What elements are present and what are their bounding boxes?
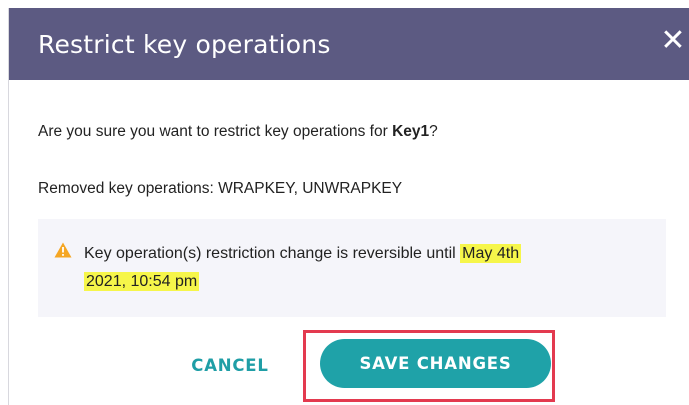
save-changes-button[interactable]: SAVE CHANGES [320, 339, 551, 388]
restrict-key-operations-dialog: Restrict key operations ✕ Are you sure y… [8, 8, 689, 405]
dialog-title: Restrict key operations [38, 30, 331, 59]
warning-icon [54, 242, 72, 258]
confirmation-message: Are you sure you want to restrict key op… [38, 123, 438, 141]
notice-text: Key operation(s) restriction change is r… [84, 240, 644, 296]
confirmation-prefix: Are you sure you want to restrict key op… [38, 123, 393, 140]
confirmation-suffix: ? [429, 123, 438, 140]
close-icon[interactable]: ✕ [658, 26, 688, 56]
deadline-time: 2021, 10:54 pm [84, 272, 200, 291]
cancel-button[interactable]: CANCEL [178, 349, 282, 383]
notice-message: Key operation(s) restriction change is r… [84, 245, 461, 262]
key-name: Key1 [392, 123, 430, 140]
deadline-date: May 4th [460, 244, 522, 263]
dialog-header: Restrict key operations ✕ [9, 8, 689, 80]
removed-operations-text: Removed key operations: WRAPKEY, UNWRAPK… [38, 180, 403, 197]
reversible-notice: Key operation(s) restriction change is r… [38, 219, 666, 317]
